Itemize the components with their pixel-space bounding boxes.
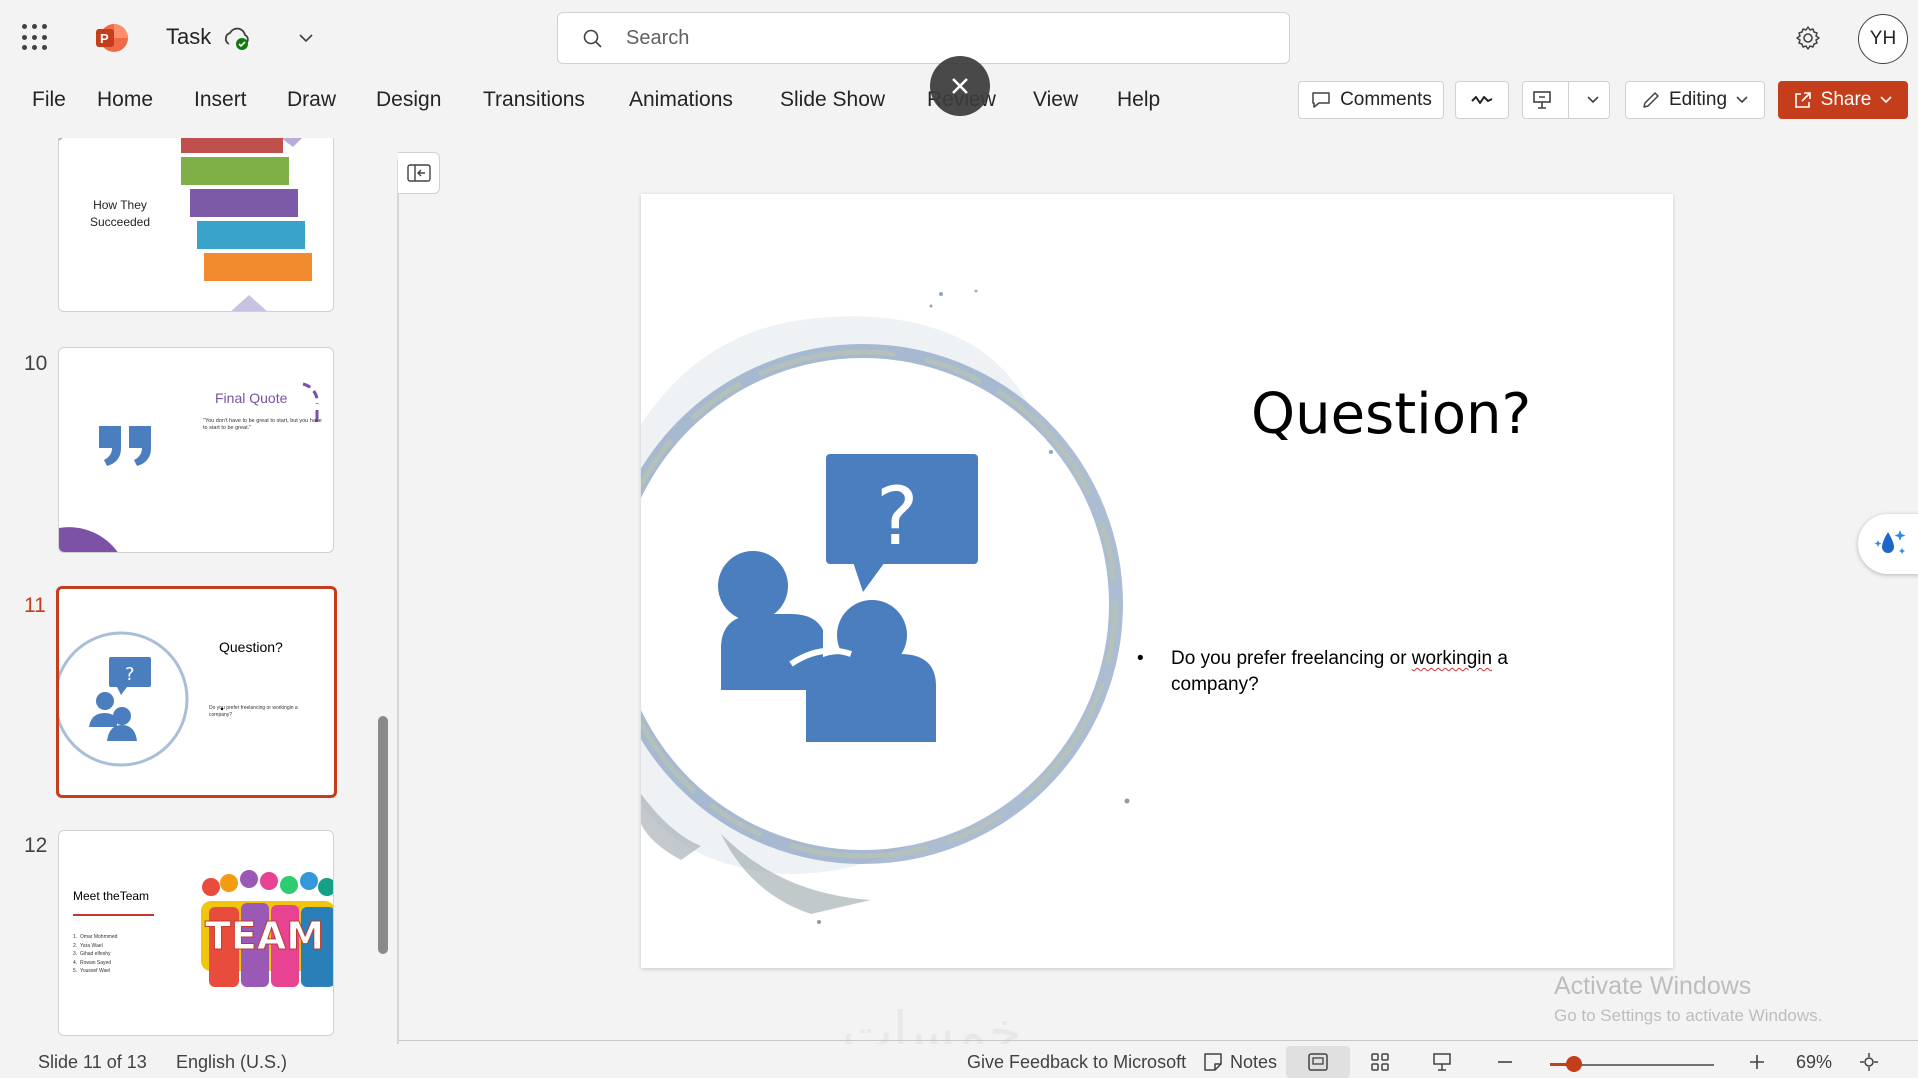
comment-icon (1312, 92, 1330, 108)
bullet-marker: • (1137, 648, 1144, 669)
notes-icon[interactable] (1202, 1051, 1224, 1073)
app-launcher-icon[interactable] (22, 24, 50, 52)
comments-label: Comments (1340, 89, 1432, 110)
chevron-down-icon (1880, 96, 1892, 104)
chevron-down-icon (1587, 96, 1599, 104)
feedback-link[interactable]: Give Feedback to Microsoft (967, 1052, 1186, 1073)
tab-home[interactable]: Home (97, 88, 153, 112)
slide-body-text[interactable]: • Do you prefer freelancing or workingin… (1137, 646, 1591, 698)
slide-title[interactable]: Question? (1251, 382, 1531, 447)
thumbnail-title: Final Quote (215, 390, 288, 406)
thumbnail-art-text: TEAM (205, 914, 324, 958)
status-divider (399, 1040, 1918, 1041)
pencil-icon (1643, 92, 1659, 108)
list-item: 4. Rowan Sayed (73, 959, 112, 966)
search-box[interactable] (557, 12, 1290, 64)
slide-10-preview (59, 382, 319, 552)
thumbnail-quote: "You don't have to be great to start, bu… (203, 418, 322, 431)
thumbnail-title: Meet theTeam (73, 889, 150, 903)
present-button[interactable] (1522, 81, 1610, 119)
misspelled-word[interactable]: workingin (1412, 648, 1492, 669)
thumbnail-number: 10 (24, 352, 48, 375)
tab-file[interactable]: File (32, 88, 66, 112)
thumbnail-list: 1. Omar Mohmmed 2. Yara Wael 3. Gihad el… (73, 933, 117, 976)
slide-thumbnail-9[interactable]: How They Succeeded (58, 138, 334, 312)
thumbnail-number: 12 (24, 834, 48, 857)
collapse-left-icon (406, 164, 431, 182)
list-item: 3. Gihad elfeshy (73, 951, 111, 957)
slide-canvas[interactable]: ? Question? • Do you prefer freelancing … (641, 194, 1673, 968)
search-icon (583, 29, 602, 48)
search-input[interactable] (626, 23, 1226, 53)
zoom-slider-thumb[interactable] (1566, 1056, 1582, 1072)
comments-button[interactable]: Comments (1298, 81, 1444, 119)
tab-draw[interactable]: Draw (287, 88, 336, 112)
slide-position: Slide 11 of 13 (38, 1052, 147, 1072)
close-icon (952, 78, 968, 94)
thumbnail-title: How They Succeeded (89, 198, 151, 229)
document-title[interactable]: Task (166, 24, 211, 50)
tab-transitions[interactable]: Transitions (483, 88, 585, 112)
cloud-saved-icon[interactable] (222, 24, 252, 52)
chevron-down-icon (1736, 96, 1748, 104)
thumbnail-number: 11 (24, 594, 46, 617)
thumbnail-title: Question? (219, 639, 283, 655)
thumbnail-bullet: Do you prefer freelancing or workingin a… (209, 705, 298, 718)
svg-text:P: P (100, 31, 109, 46)
tab-slide-show[interactable]: Slide Show (780, 88, 885, 112)
tab-animations[interactable]: Animations (629, 88, 733, 112)
list-item: 5. Youssef Wael (73, 968, 111, 974)
tab-insert[interactable]: Insert (194, 88, 247, 112)
slide-thumbnail-12[interactable]: TEAM Meet theTeam 1. Omar Mohmmed 2. Yar… (58, 830, 334, 1036)
slide-artwork: ? (641, 289, 1130, 924)
share-icon (1794, 92, 1811, 108)
zoom-level[interactable]: 69% (1796, 1052, 1832, 1073)
activity-icon (1471, 96, 1493, 104)
share-label: Share (1820, 89, 1872, 110)
tab-view[interactable]: View (1033, 88, 1078, 112)
designer-sparkle-icon (1874, 530, 1906, 554)
user-avatar[interactable]: YH (1858, 14, 1908, 64)
activation-watermark-title: Activate Windows (1554, 972, 1752, 1000)
list-item: 1. Omar Mohmmed (73, 934, 118, 940)
normal-view-icon (1308, 1053, 1328, 1071)
close-overlay-button[interactable] (930, 56, 990, 116)
share-button[interactable]: Share (1778, 81, 1908, 119)
zoom-out-icon[interactable] (1494, 1051, 1516, 1073)
editing-label: Editing (1668, 89, 1728, 110)
list-item: 2. Yara Wael (73, 942, 103, 949)
reading-view-icon[interactable] (1431, 1051, 1453, 1073)
status-bar: Slide 11 of 13 English (U.S.) Give Feedb… (0, 1044, 1918, 1078)
slide-11-preview: ? (59, 631, 224, 767)
powerpoint-logo-icon[interactable]: P (94, 21, 128, 55)
pane-divider[interactable] (397, 160, 399, 1044)
slide-thumbnail-10[interactable]: Final Quote "You don't have to be great … (58, 347, 334, 553)
bullet-text-start: Do you prefer freelancing or (1171, 648, 1412, 669)
fit-to-window-icon[interactable] (1858, 1051, 1880, 1073)
notes-button[interactable]: Notes (1230, 1052, 1277, 1073)
editing-mode-button[interactable]: Editing (1625, 81, 1765, 119)
slide-thumbnail-11[interactable]: ? Question? Do you prefer freelancing or… (56, 586, 337, 798)
tab-design[interactable]: Design (376, 88, 441, 112)
slide-sorter-icon[interactable] (1369, 1051, 1391, 1073)
catch-up-button[interactable] (1455, 81, 1509, 119)
language-indicator[interactable]: English (U.S.) (176, 1052, 287, 1073)
zoom-in-icon[interactable] (1746, 1051, 1768, 1073)
collapse-pane-button[interactable] (398, 152, 440, 194)
slide-thumbnail-pane[interactable]: How They Succeeded 10 Final Quote "You d… (0, 138, 398, 1044)
question-glyph: ? (876, 470, 918, 563)
thumbnail-scrollbar[interactable] (378, 716, 388, 954)
activation-watermark-subtitle: Go to Settings to activate Windows. (1554, 1006, 1823, 1025)
chevron-down-icon[interactable] (296, 28, 316, 48)
settings-gear-icon[interactable] (1794, 24, 1822, 52)
svg-text:?: ? (125, 664, 135, 685)
designer-button[interactable] (1858, 514, 1918, 574)
normal-view-button[interactable] (1286, 1046, 1350, 1078)
tab-help[interactable]: Help (1117, 88, 1160, 112)
presenter-icon (1533, 91, 1551, 109)
